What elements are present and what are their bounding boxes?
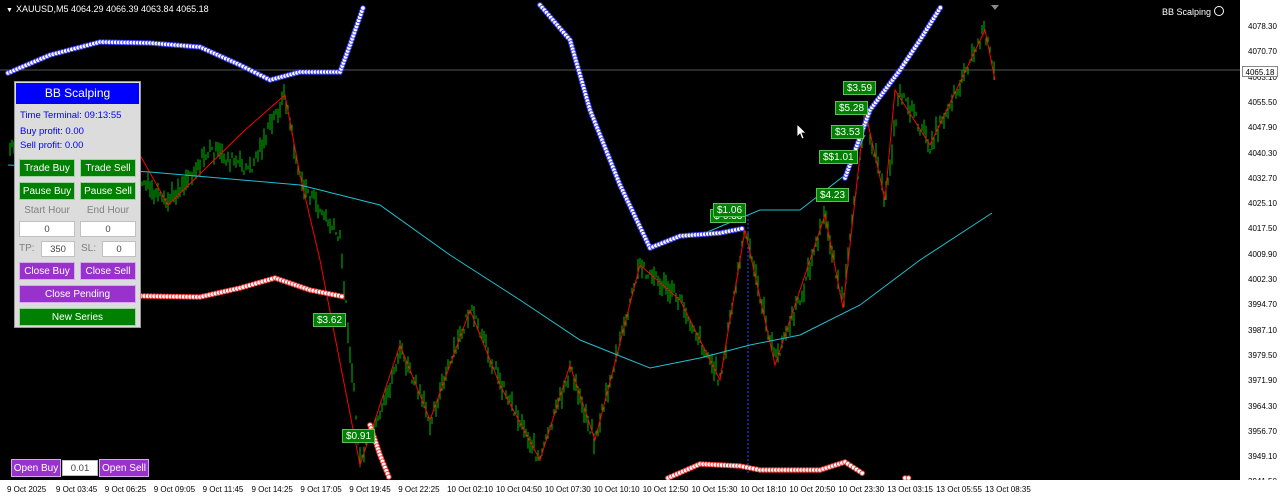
time-tick-label: 13 Oct 08:35 (985, 485, 1031, 494)
end-hour-input[interactable] (80, 221, 136, 237)
time-tick-label: 10 Oct 12:50 (642, 485, 689, 494)
price-tick-label: 4070.70 (1248, 47, 1277, 57)
price-tick-label: 4047.90 (1248, 123, 1277, 133)
lower-band-dot (859, 470, 865, 476)
trade-profit-label: $1.06 (713, 203, 747, 217)
new-series-button[interactable]: New Series (19, 308, 136, 326)
symbol-label: XAUUSD,M5 (15, 4, 69, 14)
price-tick-label: 4017.50 (1248, 224, 1277, 234)
time-tick-label: 10 Oct 18:10 (740, 485, 787, 494)
trade-profit-label: $4.23 (816, 188, 850, 202)
trade-profit-label: $5.28 (835, 101, 869, 115)
end-hour-label: End Hour (86, 205, 130, 216)
chart-window: ▼ XAUUSD,M5 4064.29 4066.39 4063.84 4065.… (0, 0, 1280, 500)
time-tick-label: 13 Oct 05:55 (936, 485, 982, 494)
sl-input[interactable] (102, 241, 136, 257)
time-tick-label: 9 Oct 03:45 (55, 485, 98, 494)
open-buy-button[interactable]: Open Buy (11, 459, 61, 477)
chart-shift-marker (991, 5, 999, 10)
smiley-icon (1214, 6, 1224, 16)
time-tick-label: 10 Oct 23:30 (838, 485, 885, 494)
price-tick-label: 4032.70 (1248, 173, 1277, 183)
time-tick-label: 9 Oct 19:45 (349, 485, 391, 494)
upper-band-dot (360, 5, 366, 11)
time-tick-label: 9 Oct 09:05 (153, 485, 196, 494)
time-tick-label: 9 Oct 11:45 (202, 485, 244, 494)
price-tick-label: 3987.10 (1248, 325, 1277, 335)
time-tick-label: 10 Oct 02:10 (447, 485, 493, 494)
symbol-header: ▼ XAUUSD,M5 4064.29 4066.39 4063.84 4065.… (6, 4, 209, 14)
time-tick-label: 9 Oct 14:25 (251, 485, 293, 494)
indicator-label[interactable]: BB Scalping (1162, 6, 1224, 17)
pause-buy-button[interactable]: Pause Buy (19, 182, 75, 200)
time-tick-label: 10 Oct 15:30 (691, 485, 738, 494)
price-tick-label: 3994.70 (1248, 300, 1277, 310)
close-pending-button[interactable]: Close Pending (19, 285, 136, 303)
trade-buy-button[interactable]: Trade Buy (19, 159, 75, 177)
price-tick-label: 3971.90 (1248, 376, 1277, 386)
current-price-label: 4065.18 (1242, 66, 1278, 77)
start-hour-input[interactable] (19, 221, 75, 237)
tp-label: TP: (19, 243, 35, 254)
lower-band-dot (385, 474, 392, 480)
sell-profit: Sell profit: 0.00 (20, 140, 84, 151)
lot-size-input[interactable] (62, 460, 98, 476)
ohlc-label: 4064.29 4066.39 4063.84 4065.18 (70, 4, 209, 14)
time-tick-label: 10 Oct 04:50 (496, 485, 542, 494)
price-tick-label: 3956.70 (1248, 426, 1277, 436)
close-sell-button[interactable]: Close Sell (80, 262, 136, 280)
trade-profit-label: $0.91 (342, 429, 376, 443)
price-tick-label: 4025.10 (1248, 199, 1277, 209)
indicator-name: BB Scalping (1161, 7, 1211, 17)
upper-band-dot (937, 4, 944, 11)
bb-scalping-panel: BB Scalping Time Terminal: 09:13:55 Buy … (14, 81, 141, 328)
time-tick-label: 9 Oct 06:25 (104, 485, 147, 494)
trade-profit-label: $$1.01 (819, 150, 858, 164)
time-tick-label: 10 Oct 07:30 (544, 485, 591, 494)
price-tick-label: 4055.50 (1248, 97, 1277, 107)
time-tick-label: 9 Oct 17:05 (300, 485, 342, 494)
price-tick-label: 4009.90 (1248, 249, 1277, 259)
trade-sell-button[interactable]: Trade Sell (80, 159, 136, 177)
dropdown-triangle-icon[interactable]: ▼ (6, 7, 13, 14)
price-tick-label: 4040.30 (1248, 148, 1277, 158)
panel-title[interactable]: BB Scalping (16, 83, 139, 104)
open-sell-button[interactable]: Open Sell (99, 459, 149, 477)
trade-profit-label: $3.59 (843, 81, 877, 95)
price-tick-label: 3949.10 (1248, 452, 1277, 462)
mouse-cursor-icon (797, 124, 807, 140)
time-tick-label: 10 Oct 10:10 (593, 485, 640, 494)
start-hour-label: Start Hour (24, 205, 70, 216)
tp-input[interactable] (41, 241, 75, 257)
price-tick-label: 3979.50 (1248, 350, 1277, 360)
buy-profit: Buy profit: 0.00 (20, 126, 84, 137)
time-tick-label: 13 Oct 03:15 (887, 485, 933, 494)
trade-profit-label: $3.62 (313, 313, 347, 327)
price-tick-label: 3964.30 (1248, 401, 1277, 411)
close-buy-button[interactable]: Close Buy (19, 262, 75, 280)
price-tick-label: 4002.30 (1248, 275, 1277, 284)
time-tick-label: 9 Oct 22:25 (398, 485, 440, 494)
lower-band-dot (339, 293, 345, 300)
trade-profit-label: $3.53 (831, 125, 865, 139)
upper-band-dot (739, 225, 745, 232)
pause-sell-button[interactable]: Pause Sell (80, 182, 136, 200)
price-tick-label: 4078.30 (1248, 22, 1277, 31)
time-terminal: Time Terminal: 09:13:55 (20, 110, 122, 121)
time-tick-label: 9 Oct 2025 (7, 485, 47, 494)
time-tick-label: 10 Oct 20:50 (789, 485, 836, 494)
price-chart[interactable] (0, 0, 1280, 500)
sl-label: SL: (81, 243, 97, 254)
